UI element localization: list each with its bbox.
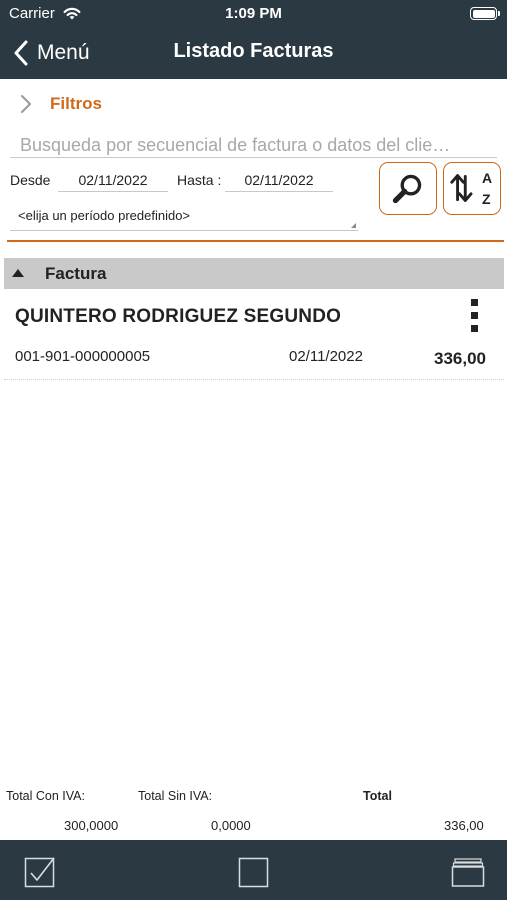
search-icon [392,174,422,204]
windows-button[interactable] [451,856,485,893]
desde-date-field[interactable]: 02/11/2022 [58,170,168,192]
app-screen: Carrier 1:09 PM Menú Listado Facturas Fi… [0,0,507,900]
total-con-iva-value: 300,0000 [64,818,119,833]
checkbox-empty-icon [238,857,269,888]
invoice-date: 02/11/2022 [289,348,363,365]
group-title: Factura [45,264,107,283]
period-select[interactable]: <elija un período predefinido> [10,205,358,231]
collapse-caret-icon [12,269,24,277]
select-corner-icon [351,223,356,228]
filters-toggle[interactable]: Filtros [20,92,102,116]
hasta-date-field[interactable]: 02/11/2022 [225,170,333,192]
period-select-value: <elija un período predefinido> [18,208,191,223]
filters-label: Filtros [50,94,102,113]
chevron-left-icon [14,40,28,66]
group-header-factura[interactable]: Factura [4,258,504,289]
search-input[interactable] [10,134,497,158]
sort-letter-z: Z [482,191,491,207]
desde-label: Desde [10,172,51,188]
navigation-bar: Carrier 1:09 PM Menú Listado Facturas [0,0,507,79]
total-con-iva-label: Total Con IVA: [6,789,85,803]
invoice-number: 001-901-000000005 [15,348,151,365]
clock: 1:09 PM [225,5,282,22]
bottom-toolbar [0,840,507,900]
back-button[interactable]: Menú [13,38,90,68]
search-button[interactable] [379,162,437,215]
total-value: 336,00 [444,818,484,833]
sort-button[interactable]: A Z [443,162,501,215]
deselect-all-button[interactable] [238,856,270,893]
battery-icon [470,7,500,20]
chevron-right-icon [21,95,31,113]
back-label: Menú [37,41,90,64]
total-label: Total [363,789,392,803]
total-sin-iva-label: Total Sin IVA: [138,789,213,803]
more-options-icon[interactable] [468,299,482,333]
status-bar: Carrier 1:09 PM [0,0,507,28]
filters-divider [7,240,504,242]
invoice-row[interactable]: QUINTERO RODRIGUEZ SEGUNDO 001-901-00000… [4,290,504,380]
select-all-button[interactable] [24,856,56,893]
invoice-amount: 336,00 [434,349,486,368]
hasta-label: Hasta : [177,172,222,188]
sort-letter-a: A [482,170,493,186]
invoice-client: QUINTERO RODRIGUEZ SEGUNDO [15,306,342,327]
total-sin-iva-value: 0,0000 [211,818,251,833]
checkbox-checked-icon [24,857,55,888]
windows-stack-icon [451,858,485,887]
